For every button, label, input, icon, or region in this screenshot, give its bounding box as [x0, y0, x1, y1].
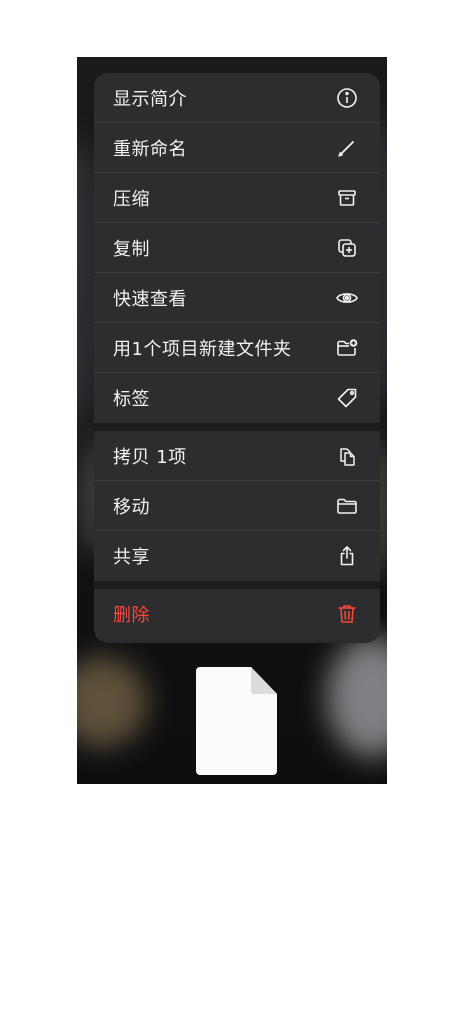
- blurred-background: 显示简介 重新命名 压缩 复制 快速查看 用1个项目新建文件夹 标签 拷贝 1项…: [77, 57, 387, 784]
- menu-item-tags[interactable]: 标签: [94, 373, 380, 423]
- duplicate-plus-icon: [334, 235, 360, 261]
- blur-blob: [77, 657, 147, 747]
- menu-item-label: 拷贝 1项: [113, 446, 187, 468]
- menu-item-compress[interactable]: 压缩: [94, 173, 380, 223]
- menu-item-copy[interactable]: 拷贝 1项: [94, 431, 380, 481]
- menu-item-share[interactable]: 共享: [94, 531, 380, 581]
- menu-item-label: 快速查看: [113, 288, 187, 310]
- menu-group-primary: 显示简介 重新命名 压缩 复制 快速查看 用1个项目新建文件夹 标签: [94, 73, 380, 423]
- trash-icon: [334, 601, 360, 627]
- menu-item-label: 共享: [113, 547, 150, 568]
- menu-separator: [94, 423, 380, 431]
- pencil-icon: [334, 135, 360, 161]
- menu-item-delete[interactable]: 删除: [94, 589, 380, 639]
- menu-item-label: 复制: [113, 238, 150, 260]
- menu-item-label: 显示简介: [113, 88, 187, 110]
- folder-plus-icon: [334, 335, 360, 361]
- menu-separator: [94, 581, 380, 589]
- info-circle-icon: [334, 85, 360, 111]
- menu-item-move[interactable]: 移动: [94, 481, 380, 531]
- context-menu: 显示简介 重新命名 压缩 复制 快速查看 用1个项目新建文件夹 标签 拷贝 1项…: [94, 73, 380, 643]
- eye-icon: [334, 285, 360, 311]
- menu-item-label: 压缩: [113, 188, 150, 210]
- menu-item-rename[interactable]: 重新命名: [94, 123, 380, 173]
- copy-documents-icon: [334, 443, 360, 469]
- menu-item-label: 重新命名: [113, 138, 187, 160]
- archive-box-icon: [334, 185, 360, 211]
- tag-icon: [334, 385, 360, 411]
- menu-item-label: 移动: [113, 496, 150, 518]
- menu-item-label: 用1个项目新建文件夹: [113, 338, 292, 360]
- menu-item-quick-look[interactable]: 快速查看: [94, 273, 380, 323]
- menu-group-secondary: 拷贝 1项 移动 共享: [94, 431, 380, 581]
- folder-icon: [334, 493, 360, 519]
- menu-item-duplicate[interactable]: 复制: [94, 223, 380, 273]
- menu-group-destructive: 删除: [94, 589, 380, 639]
- share-icon: [334, 543, 360, 569]
- menu-item-label: 标签: [113, 389, 150, 410]
- menu-item-new-folder-with-item[interactable]: 用1个项目新建文件夹: [94, 323, 380, 373]
- menu-item-label: 删除: [113, 605, 150, 626]
- blur-blob: [327, 637, 387, 757]
- menu-item-get-info[interactable]: 显示简介: [94, 73, 380, 123]
